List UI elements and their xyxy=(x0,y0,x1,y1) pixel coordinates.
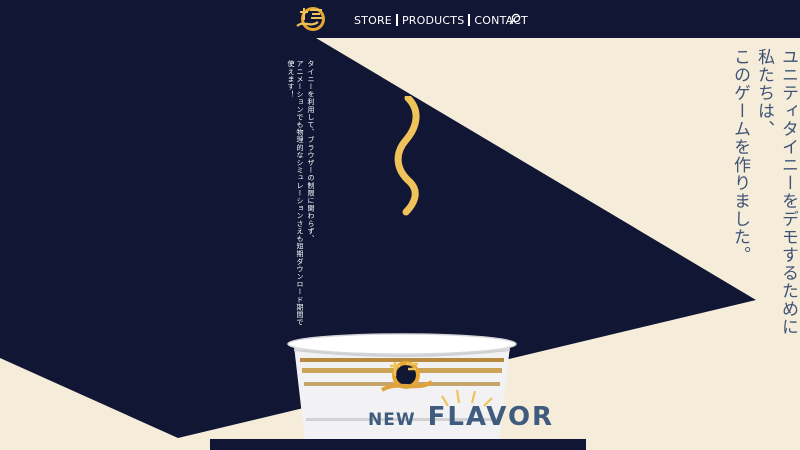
nav-divider xyxy=(395,14,398,26)
main-nav: STORE PRODUCTS CONTACT xyxy=(354,13,528,27)
headline-line: ユニティタイニーをデモするために私たちは、 xyxy=(754,48,798,336)
new-label: NEW xyxy=(368,410,416,430)
hero-headline: ユニティタイニーをデモするために私たちは、 このゲームを作りました。 xyxy=(728,48,800,348)
intro-description: タイニーを利用して、ブラウザーの制限に関わらず、 アニメーションでも物理的なシミ… xyxy=(284,60,315,330)
noodle-logo-icon[interactable] xyxy=(294,4,328,34)
search-icon[interactable] xyxy=(509,13,521,25)
nav-store-link[interactable]: STORE xyxy=(354,14,392,27)
noodle-strand xyxy=(394,96,420,216)
nav-divider xyxy=(468,14,471,26)
new-flavor-heading: NEW FLAVOR xyxy=(368,402,554,436)
flavor-label: FLAVOR xyxy=(427,402,555,432)
headline-line: このゲームを作りました。 xyxy=(730,48,750,264)
intro-line: タイニーを利用して、ブラウザーの制限に関わらず、 xyxy=(307,60,315,243)
product-panel-top xyxy=(210,439,586,450)
nav-products-link[interactable]: PRODUCTS xyxy=(402,14,464,27)
intro-line: アニメーションでも物理的なシミュレーションさえも短期ダウンロード期間で使えます！ xyxy=(287,60,304,326)
